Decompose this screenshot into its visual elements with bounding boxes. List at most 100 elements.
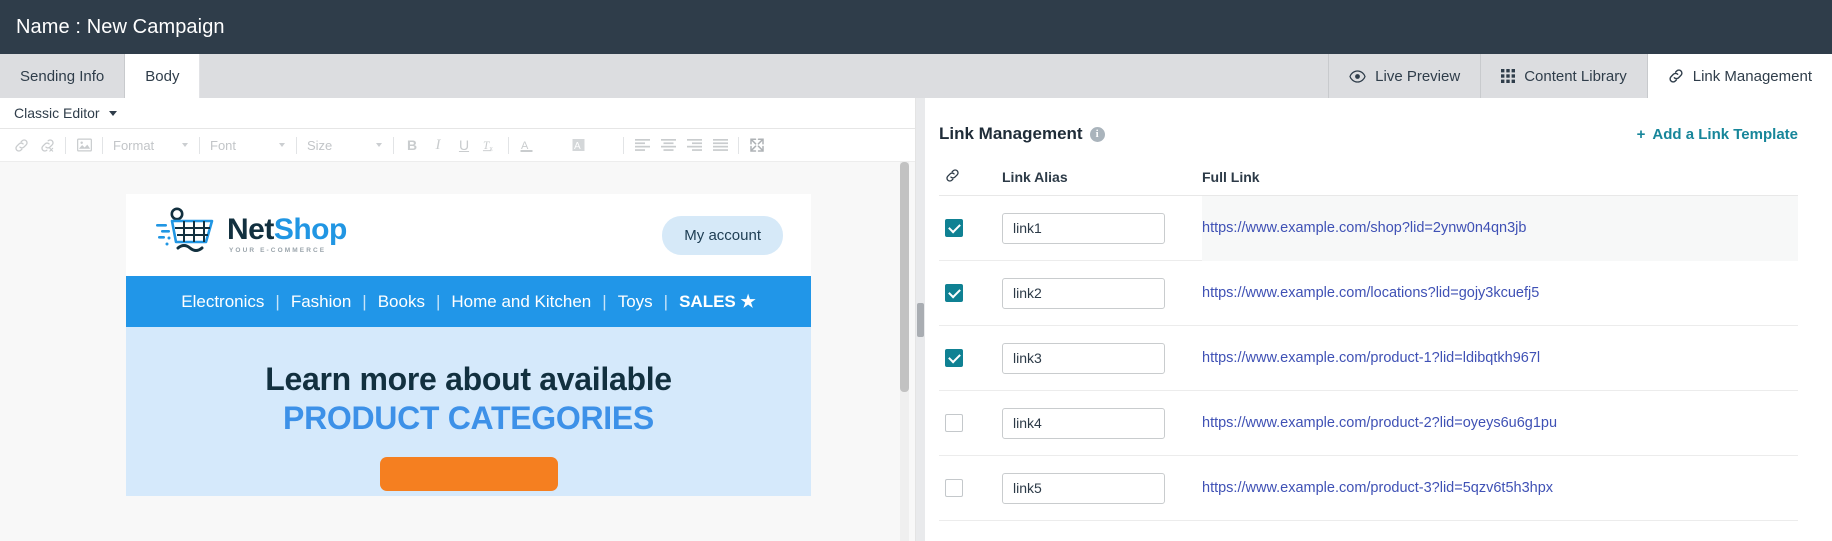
email-nav-item-fashion[interactable]: Fashion [291, 292, 351, 312]
link-alias-input[interactable] [1002, 277, 1165, 309]
email-nav-item-toys[interactable]: Toys [618, 292, 653, 312]
table-row: https://www.example.com/product-3?lid=5q… [939, 456, 1798, 521]
chevron-down-icon[interactable] [592, 132, 618, 158]
tab-live-preview[interactable]: Live Preview [1328, 54, 1480, 98]
image-icon[interactable] [71, 132, 97, 158]
align-right-icon[interactable] [681, 132, 707, 158]
row-full-link-cell: https://www.example.com/product-2?lid=oy… [1202, 414, 1798, 432]
underline-button[interactable]: U [451, 132, 477, 158]
tab-body[interactable]: Body [125, 54, 201, 98]
link-alias-input[interactable] [1002, 212, 1165, 244]
full-link-anchor[interactable]: https://www.example.com/product-1?lid=ld… [1202, 350, 1540, 366]
tab-sending-info[interactable]: Sending Info [0, 54, 126, 98]
align-justify-icon[interactable] [707, 132, 733, 158]
row-select-cell [939, 349, 1002, 367]
title-bar: Name : New Campaign [0, 0, 1832, 54]
toolbar-divider [199, 136, 200, 154]
primary-tab-group: Sending Info Body [0, 54, 201, 98]
editor-mode-dropdown[interactable]: Classic Editor [14, 105, 117, 121]
format-dropdown-label: Format [113, 137, 155, 153]
row-checkbox[interactable] [945, 414, 963, 432]
row-full-link-cell: https://www.example.com/locations?lid=go… [1202, 284, 1798, 302]
row-alias-cell [1002, 277, 1202, 309]
row-alias-cell [1002, 407, 1202, 439]
hero-cta-button[interactable] [379, 457, 558, 492]
scrollbar-thumb[interactable] [900, 162, 909, 392]
email-nav-item-books[interactable]: Books [378, 292, 425, 312]
link-alias-input[interactable] [1002, 342, 1165, 374]
row-checkbox[interactable] [945, 479, 963, 497]
link-alias-input[interactable] [1002, 472, 1165, 504]
editor-vertical-scrollbar[interactable] [900, 162, 909, 541]
editor-mode-row: Classic Editor [0, 98, 915, 129]
format-dropdown[interactable]: Format [108, 132, 194, 158]
full-link-anchor[interactable]: https://www.example.com/product-2?lid=oy… [1202, 415, 1557, 431]
email-nav-bar: Electronics | Fashion | Books | Home and… [126, 276, 811, 327]
hero-headline-line2: PRODUCT CATEGORIES [283, 400, 654, 437]
brand-name-text: NetShop [227, 215, 347, 245]
tab-strip: Sending Info Body Live Preview Content L… [0, 54, 1832, 98]
align-center-icon[interactable] [655, 132, 681, 158]
editor-mode-label: Classic Editor [14, 105, 100, 121]
bold-button[interactable]: B [399, 132, 425, 158]
nav-separator: | [435, 291, 441, 311]
brand-name: NetShop YOUR E-COMMERCE [227, 215, 347, 255]
campaign-name-title: Name : New Campaign [16, 15, 225, 38]
row-full-link-cell: https://www.example.com/product-1?lid=ld… [1202, 349, 1798, 367]
chevron-down-icon [279, 143, 285, 147]
pane-splitter[interactable] [916, 98, 925, 541]
toolbar-divider [102, 136, 103, 154]
toolbar-divider [296, 136, 297, 154]
splitter-grip[interactable] [917, 302, 924, 337]
row-select-cell [939, 414, 1002, 432]
font-dropdown[interactable]: Font [205, 132, 291, 158]
row-checkbox[interactable] [945, 349, 963, 367]
toolbar-divider [738, 136, 739, 154]
full-link-anchor[interactable]: https://www.example.com/product-3?lid=5q… [1202, 480, 1553, 496]
tab-content-library-label: Content Library [1524, 67, 1627, 85]
full-link-anchor[interactable]: https://www.example.com/locations?lid=go… [1202, 285, 1539, 301]
editor-toolbar: Format Font Size B I U T x A A [0, 129, 915, 162]
row-alias-cell [1002, 212, 1202, 244]
info-icon[interactable]: i [1089, 126, 1105, 142]
unlink-icon[interactable] [34, 132, 60, 158]
tab-content-library[interactable]: Content Library [1480, 54, 1647, 98]
email-nav-item-electronics[interactable]: Electronics [181, 292, 264, 312]
tab-live-preview-label: Live Preview [1375, 67, 1461, 85]
brand-logo: NetShop YOUR E-COMMERCE [154, 207, 347, 264]
column-header-select [939, 168, 1002, 186]
shopping-cart-icon [154, 207, 216, 264]
row-checkbox[interactable] [945, 219, 963, 237]
row-checkbox[interactable] [945, 284, 963, 302]
email-nav-item-home-and-kitchen[interactable]: Home and Kitchen [451, 292, 591, 312]
table-row: https://www.example.com/shop?lid=2ynw0n4… [939, 195, 1798, 261]
full-link-anchor[interactable]: https://www.example.com/shop?lid=2ynw0n4… [1202, 220, 1526, 236]
remove-format-icon[interactable]: T x [477, 132, 503, 158]
tab-sending-info-label: Sending Info [20, 67, 105, 85]
link-table: Link Alias Full Link https://www.example… [925, 158, 1832, 521]
text-color-button[interactable]: A [514, 132, 540, 158]
plus-icon: + [1636, 125, 1646, 143]
italic-button[interactable]: I [425, 132, 451, 158]
nav-separator: | [362, 291, 367, 311]
link-icon[interactable] [8, 132, 34, 158]
my-account-button[interactable]: My account [662, 215, 783, 255]
chevron-down-icon[interactable] [540, 132, 566, 158]
link-alias-input[interactable] [1002, 407, 1165, 439]
size-dropdown[interactable]: Size [302, 132, 388, 158]
fullscreen-icon[interactable] [744, 132, 770, 158]
email-nav-item-sales[interactable]: SALES ★ [679, 292, 756, 312]
add-link-template-button[interactable]: + Add a Link Template [1637, 126, 1798, 143]
background-color-button[interactable]: A [566, 132, 592, 158]
align-left-icon[interactable] [629, 132, 655, 158]
font-dropdown-label: Font [210, 137, 237, 153]
tab-link-management[interactable]: Link Management [1646, 54, 1832, 98]
chevron-down-icon [108, 110, 117, 116]
brand-name-part1: Net [227, 213, 274, 247]
grid-icon [1501, 69, 1516, 83]
row-full-link-cell: https://www.example.com/product-3?lid=5q… [1202, 479, 1798, 497]
tab-body-label: Body [145, 67, 180, 85]
row-full-link-cell: https://www.example.com/shop?lid=2ynw0n4… [1202, 195, 1798, 261]
add-link-template-label: Add a Link Template [1652, 125, 1798, 143]
row-select-cell [939, 284, 1002, 302]
